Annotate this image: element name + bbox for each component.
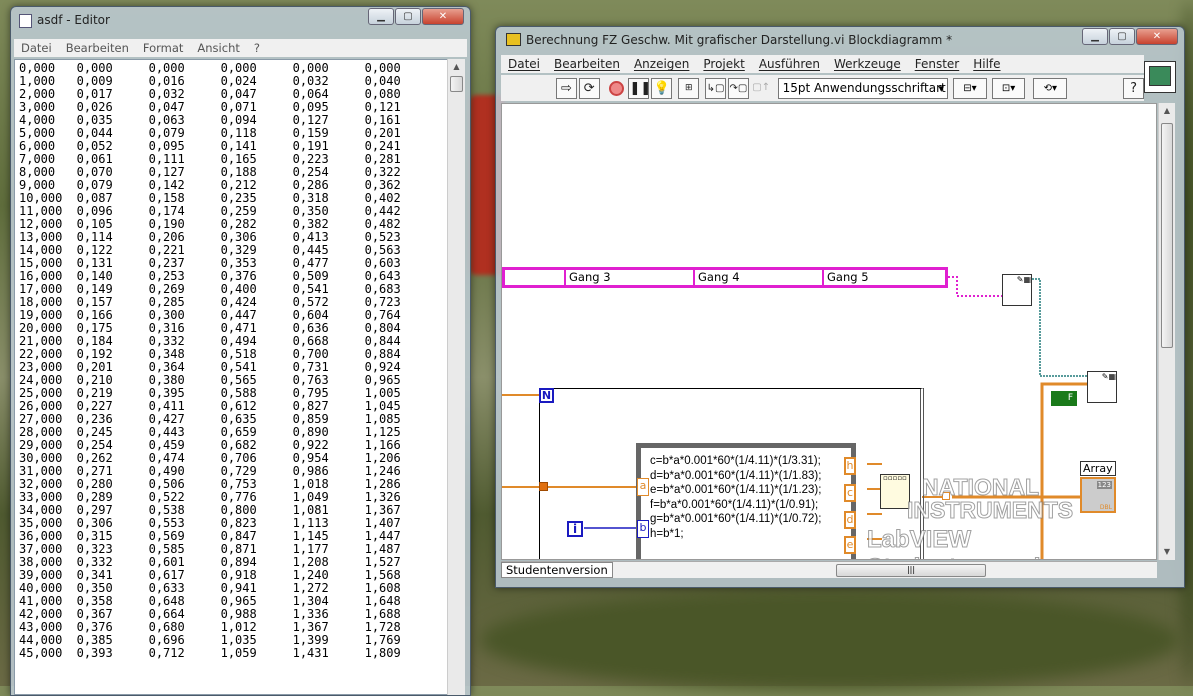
formula-output-e[interactable]: e (844, 536, 856, 554)
run-arrow-icon[interactable]: ⇨ (556, 77, 577, 99)
pause-icon[interactable]: ❚❚ (628, 77, 651, 99)
formula-line: c=b*a*0.001*60*(1/4.11)*(1/3.31); (650, 455, 821, 467)
menu-ansicht[interactable]: Ansicht (190, 41, 246, 55)
notepad-cell: 1,431 (292, 646, 329, 660)
abort-icon[interactable] (606, 78, 627, 99)
notepad-menubar: Datei Bearbeiten Format Ansicht ? (14, 39, 467, 57)
minimize-button[interactable]: ▁ (368, 8, 394, 25)
array-indicator[interactable]: 123 DBL (1080, 477, 1116, 513)
close-button[interactable]: ✕ (1136, 28, 1178, 45)
minimize-button[interactable]: ▁ (1082, 28, 1108, 45)
notepad-line: 45,000 0,393 0,712 1,059 1,431 1,809 (19, 647, 443, 660)
retain-wire-values-icon[interactable]: ⊞ (678, 77, 700, 99)
menu-datei[interactable]: Datei (14, 41, 59, 55)
formula-output-c[interactable]: c (844, 484, 856, 502)
array-type-label: DBL (1099, 504, 1112, 511)
array-num-label: 123 (1096, 481, 1112, 489)
status-text: Studentenversion (501, 562, 613, 578)
teal-wire (1032, 278, 1087, 377)
boolean-constant[interactable]: F (1051, 391, 1077, 406)
formula-line: f=b*a*0.001*60*(1/4.11)*(1/0.91); (650, 498, 819, 511)
formula-node[interactable]: c=b*a*0.001*60*(1/4.11)*(1/3.31); d=b*a*… (636, 443, 856, 559)
array-label: Array (1080, 461, 1116, 476)
labview-menubar: Datei Bearbeiten Anzeigen Projekt Ausfüh… (501, 55, 1144, 73)
watermark-studentenversion: LabVIEW Studentenversion (867, 526, 1071, 560)
horizontal-scrollbar[interactable]: ||| (616, 563, 1157, 578)
formula-input-a[interactable]: a (637, 478, 649, 496)
labview-window: Berechnung FZ Geschw. Mit grafischer Dar… (495, 26, 1185, 588)
close-button[interactable]: ✕ (422, 8, 464, 25)
step-out-icon[interactable]: ▢↑ (751, 78, 772, 99)
menu-bearbeiten[interactable]: Bearbeiten (547, 57, 627, 71)
background-foliage (480, 590, 1180, 690)
scroll-thumb[interactable] (1161, 123, 1173, 348)
formula-output-d[interactable]: d (844, 511, 856, 529)
notepad-app-icon (19, 14, 32, 28)
notepad-title: asdf - Editor (37, 13, 110, 27)
tunnel (539, 482, 548, 491)
reorder-icon[interactable]: ⟲▾ (1033, 77, 1068, 99)
notepad-cell: 0,393 (76, 646, 113, 660)
hscroll-thumb[interactable]: ||| (836, 564, 986, 577)
formula-line: h=b*1; (650, 527, 684, 540)
write-spreadsheet-icon[interactable]: ✎▦ (1087, 371, 1117, 403)
block-diagram[interactable]: Gang 3 Gang 4 Gang 5 ✎▦ ✎▦ F N i c=b*a*0… (501, 103, 1157, 560)
formula-line: d=b*a*0.001*60*(1/4.11)*(1/1.83); (650, 469, 822, 482)
loop-index-terminal: i (567, 521, 583, 537)
step-over-icon[interactable]: ↷▢ (727, 77, 749, 99)
vi-icon[interactable] (1144, 61, 1176, 93)
step-into-icon[interactable]: ↳▢ (705, 77, 726, 99)
context-help-button[interactable]: ? (1123, 77, 1145, 99)
align-objects-icon[interactable]: ⊟▾ (953, 77, 987, 99)
menu-anzeigen[interactable]: Anzeigen (627, 57, 696, 71)
run-continuously-icon[interactable]: ⟳ (578, 77, 600, 99)
cluster-wire (948, 276, 1002, 297)
notepad-window: asdf - Editor ▁ ▢ ✕ Datei Bearbeiten For… (10, 6, 471, 696)
notepad-text-area[interactable]: 0,000 0,000 0,000 0,000 0,000 0,000 1,000 0,009… (14, 59, 448, 695)
formula-input-b[interactable]: b (637, 520, 649, 538)
scroll-up-icon[interactable]: ▲ (1159, 103, 1175, 119)
menu-datei[interactable]: Datei (501, 57, 547, 71)
labview-toolbar: ⇨ ⟳ ❚❚ 💡 ⊞ ↳▢ ↷▢ ▢↑ 15pt Anwendungsschri… (501, 75, 1145, 101)
menu-bearbeiten[interactable]: Bearbeiten (59, 41, 136, 55)
notepad-cell: 1,059 (220, 646, 257, 660)
menu-projekt[interactable]: Projekt (696, 57, 751, 71)
labview-app-icon (506, 33, 521, 46)
loop-count-terminal[interactable]: N (539, 388, 554, 403)
menu-ausfuehren[interactable]: Ausführen (752, 57, 827, 71)
labview-title: Berechnung FZ Geschw. Mit grafischer Dar… (526, 33, 953, 47)
notepad-cell: 45,000 (19, 646, 63, 660)
diagram-vertical-scrollbar[interactable]: ▲ ▼ (1158, 103, 1175, 560)
notepad-cell: 0,712 (148, 646, 185, 660)
scroll-up-icon[interactable]: ▲ (448, 59, 465, 75)
scroll-thumb[interactable] (450, 76, 463, 92)
notepad-vertical-scrollbar[interactable]: ▲ (447, 59, 465, 695)
formula-line: e=b*a*0.001*60*(1/4.11)*(1/1.23); (650, 484, 822, 496)
distribute-objects-icon[interactable]: ⊡▾ (991, 77, 1026, 99)
menu-help[interactable]: ? (247, 41, 267, 55)
watermark-instruments: INSTRUMENTS (906, 497, 1074, 524)
formula-line: g=b*a*0.001*60*(1/4.11)*(1/0.72); (650, 513, 822, 525)
menu-hilfe[interactable]: Hilfe (966, 57, 1007, 71)
menu-fenster[interactable]: Fenster (908, 57, 967, 71)
menu-werkzeuge[interactable]: Werkzeuge (827, 57, 908, 71)
maximize-button[interactable]: ▢ (395, 8, 421, 25)
scroll-down-icon[interactable]: ▼ (1159, 544, 1175, 560)
notepad-cell: 1,809 (364, 646, 401, 660)
status-bar: Studentenversion ||| (501, 561, 1157, 578)
highlight-execution-icon[interactable]: 💡 (651, 77, 673, 99)
formula-output-h[interactable]: h (844, 457, 856, 475)
write-spreadsheet-icon[interactable]: ✎▦ (1002, 274, 1032, 306)
font-select[interactable]: 15pt Anwendungsschriftart (777, 77, 949, 99)
build-array-icon[interactable]: ▫▫▫▫▫ (880, 474, 910, 509)
menu-format[interactable]: Format (136, 41, 191, 55)
maximize-button[interactable]: ▢ (1109, 28, 1135, 45)
